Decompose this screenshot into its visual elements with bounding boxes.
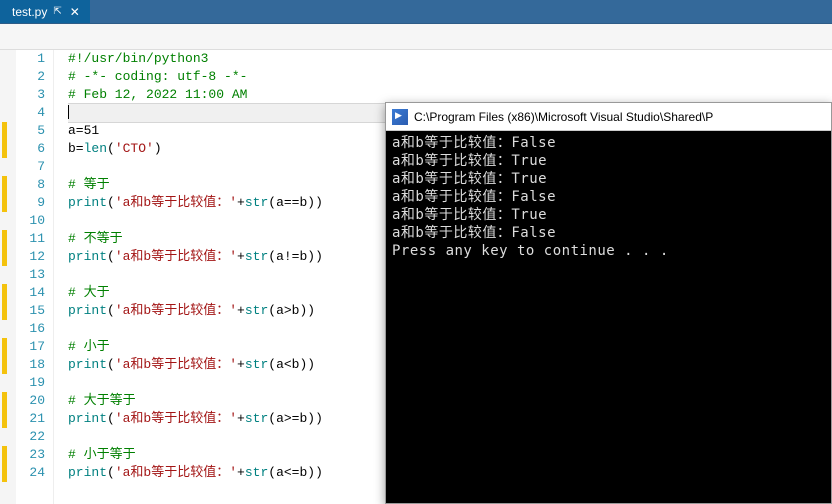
line-gutter: 123456789101112131415161718192021222324 (16, 50, 54, 504)
marker-column (0, 50, 16, 504)
change-marker (2, 230, 7, 248)
change-marker (2, 410, 7, 428)
file-tab[interactable]: test.py ⇱ ✕ (0, 0, 90, 23)
change-marker (2, 122, 7, 140)
change-marker (2, 356, 7, 374)
change-marker (2, 284, 7, 302)
line-number: 3 (16, 86, 45, 104)
line-number: 10 (16, 212, 45, 230)
change-marker (2, 320, 7, 338)
line-number: 18 (16, 356, 45, 374)
close-icon[interactable]: ✕ (68, 5, 82, 19)
console-window[interactable]: C:\Program Files (x86)\Microsoft Visual … (385, 102, 832, 504)
line-number: 23 (16, 446, 45, 464)
line-number: 24 (16, 464, 45, 482)
line-number: 19 (16, 374, 45, 392)
change-marker (2, 104, 7, 122)
line-number: 20 (16, 392, 45, 410)
line-number: 6 (16, 140, 45, 158)
change-marker (2, 392, 7, 410)
line-number: 5 (16, 122, 45, 140)
change-marker (2, 446, 7, 464)
change-marker (2, 158, 7, 176)
line-number: 13 (16, 266, 45, 284)
code-line[interactable]: #!/usr/bin/python3 (68, 50, 832, 68)
tab-bar: test.py ⇱ ✕ (0, 0, 832, 24)
tab-title: test.py (12, 5, 47, 19)
line-number: 1 (16, 50, 45, 68)
change-marker (2, 50, 7, 68)
line-number: 11 (16, 230, 45, 248)
change-marker (2, 248, 7, 266)
change-marker (2, 302, 7, 320)
console-icon (392, 109, 408, 125)
change-marker (2, 374, 7, 392)
change-marker (2, 194, 7, 212)
text-caret (68, 105, 69, 119)
pin-icon[interactable]: ⇱ (53, 6, 61, 17)
change-marker (2, 338, 7, 356)
line-number: 17 (16, 338, 45, 356)
line-number: 22 (16, 428, 45, 446)
console-title-text: C:\Program Files (x86)\Microsoft Visual … (414, 110, 713, 124)
line-number: 14 (16, 284, 45, 302)
console-titlebar[interactable]: C:\Program Files (x86)\Microsoft Visual … (386, 103, 831, 131)
line-number: 2 (16, 68, 45, 86)
change-marker (2, 86, 7, 104)
change-marker (2, 266, 7, 284)
change-marker (2, 464, 7, 482)
change-marker (2, 176, 7, 194)
line-number: 15 (16, 302, 45, 320)
change-marker (2, 140, 7, 158)
code-line[interactable]: # -*- coding: utf-8 -*- (68, 68, 832, 86)
line-number: 9 (16, 194, 45, 212)
line-number: 21 (16, 410, 45, 428)
line-number: 16 (16, 320, 45, 338)
change-marker (2, 428, 7, 446)
line-number: 4 (16, 104, 45, 122)
console-output: a和b等于比较值：False a和b等于比较值：True a和b等于比较值：Tr… (386, 131, 831, 263)
line-number: 8 (16, 176, 45, 194)
change-marker (2, 212, 7, 230)
line-number: 12 (16, 248, 45, 266)
line-number: 7 (16, 158, 45, 176)
breadcrumb-bar (0, 24, 832, 50)
change-marker (2, 68, 7, 86)
